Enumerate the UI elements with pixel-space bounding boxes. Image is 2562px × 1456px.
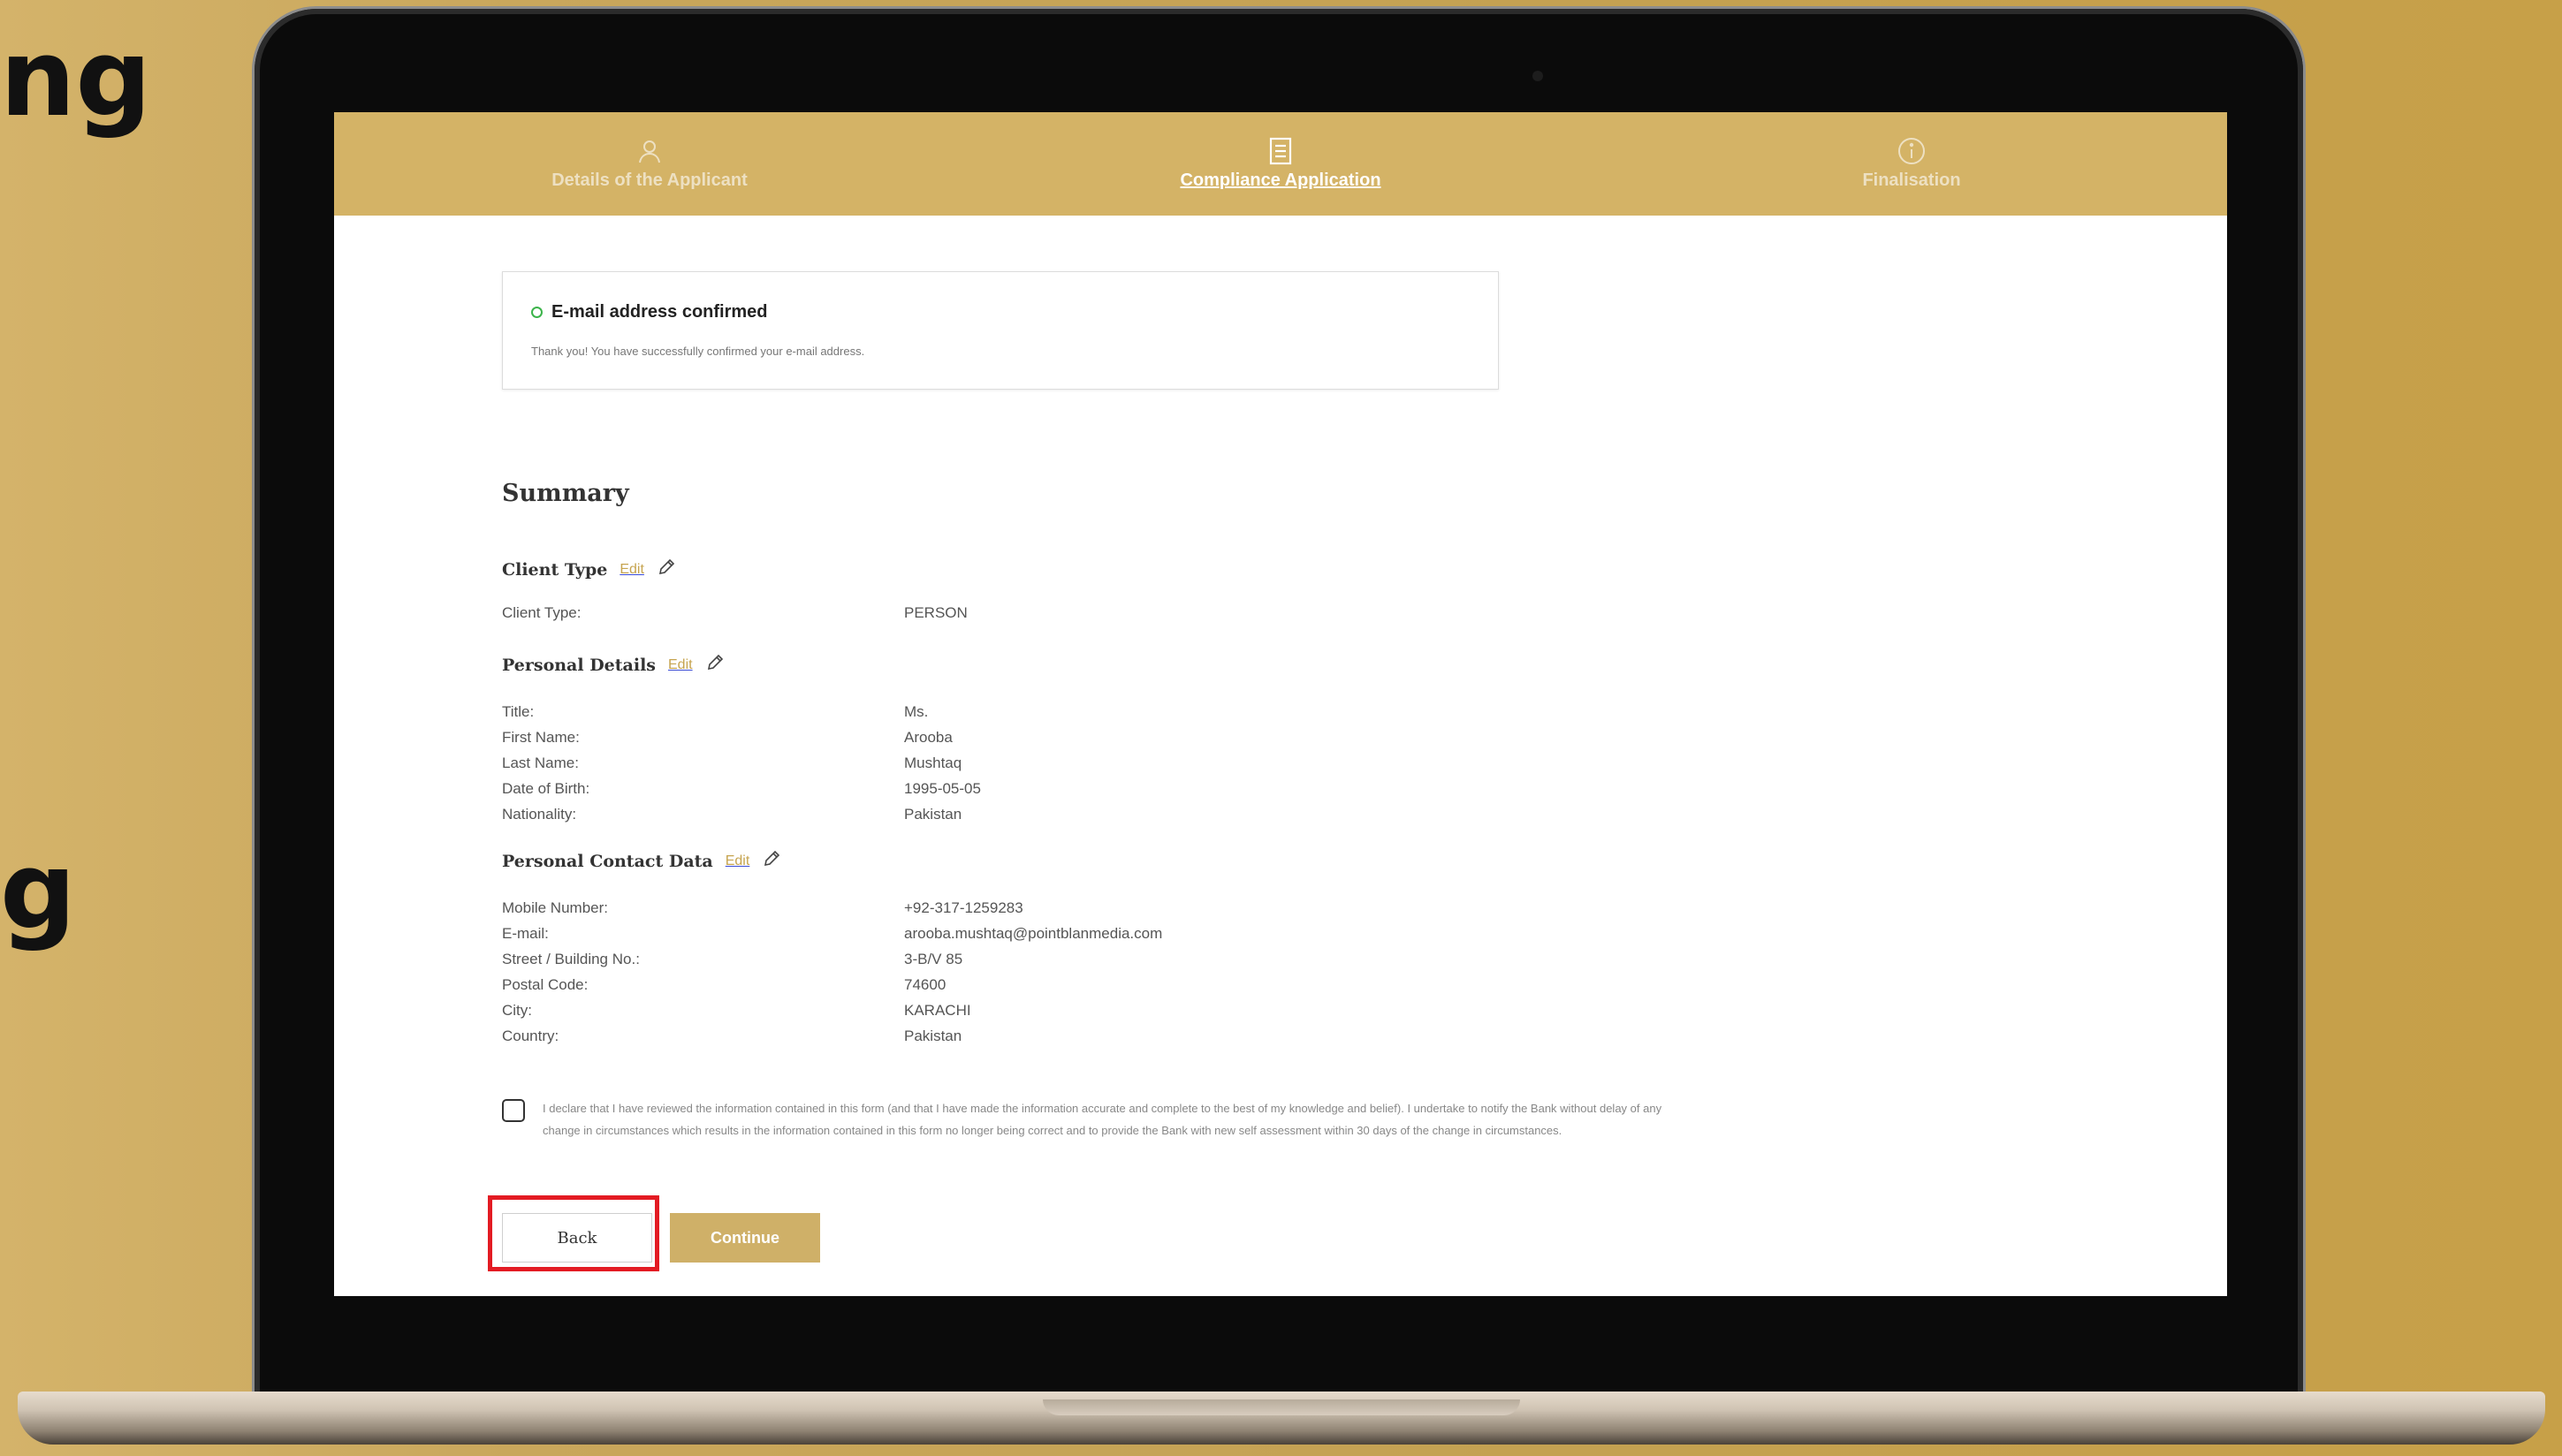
client-type-rows: Client Type: PERSON bbox=[502, 600, 968, 626]
row-value: +92-317-1259283 bbox=[904, 899, 1023, 916]
summary-row: First Name: Arooba bbox=[502, 724, 981, 750]
background-text-top: ng bbox=[0, 18, 152, 140]
row-value: 1995-05-05 bbox=[904, 779, 981, 797]
pencil-icon[interactable] bbox=[762, 849, 781, 873]
section-title: Personal Contact Data bbox=[502, 851, 713, 871]
section-title: Client Type bbox=[502, 559, 608, 580]
row-label: Country: bbox=[502, 1027, 559, 1044]
row-label: Date of Birth: bbox=[502, 779, 590, 797]
edit-personal-details-link[interactable]: Edit bbox=[668, 657, 693, 673]
row-label: First Name: bbox=[502, 728, 580, 746]
row-value: Mushtaq bbox=[904, 754, 962, 771]
section-client-type: Client Type Edit bbox=[502, 557, 676, 581]
confirmation-heading: E-mail address confirmed bbox=[531, 302, 768, 322]
summary-row: Title: Ms. bbox=[502, 699, 981, 724]
continue-button[interactable]: Continue bbox=[670, 1213, 820, 1263]
row-label: Mobile Number: bbox=[502, 899, 608, 916]
summary-row: Last Name: Mushtaq bbox=[502, 750, 981, 776]
summary-row: E-mail: arooba.mushtaq@pointblanmedia.com bbox=[502, 921, 1162, 946]
success-status-icon bbox=[531, 307, 543, 318]
edit-contact-data-link[interactable]: Edit bbox=[726, 853, 750, 869]
summary-row: Country: Pakistan bbox=[502, 1023, 1162, 1049]
confirmation-title: E-mail address confirmed bbox=[551, 302, 768, 322]
section-title: Personal Details bbox=[502, 655, 656, 675]
background-text-bottom: g bbox=[0, 830, 76, 953]
section-personal-details: Personal Details Edit bbox=[502, 653, 725, 677]
declaration: I declare that I have reviewed the infor… bbox=[502, 1097, 1677, 1141]
summary-row: City: KARACHI bbox=[502, 997, 1162, 1023]
confirmation-message: Thank you! You have successfully confirm… bbox=[531, 345, 865, 358]
row-label: Client Type: bbox=[502, 603, 582, 621]
declaration-text: I declare that I have reviewed the infor… bbox=[543, 1102, 1662, 1137]
row-value: 3-B/V 85 bbox=[904, 950, 963, 967]
row-value: 74600 bbox=[904, 975, 946, 993]
row-value: KARACHI bbox=[904, 1001, 971, 1019]
app-screen: Details of the Applicant Compliance Appl… bbox=[334, 112, 2227, 1296]
row-value: Pakistan bbox=[904, 805, 962, 823]
camera-icon bbox=[1532, 71, 1543, 81]
summary-row: Street / Building No.: 3-B/V 85 bbox=[502, 946, 1162, 972]
pencil-icon[interactable] bbox=[705, 653, 725, 677]
row-label: Postal Code: bbox=[502, 975, 589, 993]
row-label: E-mail: bbox=[502, 924, 549, 942]
row-value: Pakistan bbox=[904, 1027, 962, 1044]
summary-row: Client Type: PERSON bbox=[502, 600, 968, 626]
back-button[interactable]: Back bbox=[502, 1213, 652, 1263]
pencil-icon[interactable] bbox=[657, 557, 676, 581]
section-contact-data: Personal Contact Data Edit bbox=[502, 849, 781, 873]
email-confirmation-notice: E-mail address confirmed Thank you! You … bbox=[502, 271, 1499, 390]
laptop-notch bbox=[1043, 1399, 1520, 1415]
row-label: Title: bbox=[502, 702, 535, 720]
row-label: Last Name: bbox=[502, 754, 579, 771]
main-content: E-mail address confirmed Thank you! You … bbox=[502, 112, 2093, 1296]
row-value: arooba.mushtaq@pointblanmedia.com bbox=[904, 924, 1163, 942]
summary-title: Summary bbox=[502, 480, 629, 507]
summary-row: Nationality: Pakistan bbox=[502, 801, 981, 827]
summary-row: Postal Code: 74600 bbox=[502, 972, 1162, 997]
row-value: Arooba bbox=[904, 728, 953, 746]
edit-client-type-link[interactable]: Edit bbox=[620, 562, 644, 578]
row-label: Street / Building No.: bbox=[502, 950, 640, 967]
summary-row: Mobile Number: +92-317-1259283 bbox=[502, 895, 1162, 921]
summary-row: Date of Birth: 1995-05-05 bbox=[502, 776, 981, 801]
row-label: City: bbox=[502, 1001, 532, 1019]
row-value: PERSON bbox=[904, 603, 968, 621]
personal-details-rows: Title: Ms. First Name: Arooba Last Name: Mu… bbox=[502, 699, 981, 827]
contact-data-rows: Mobile Number: +92-317-1259283 E-mail: aro… bbox=[502, 895, 1162, 1049]
row-label: Nationality: bbox=[502, 805, 577, 823]
declaration-checkbox[interactable] bbox=[502, 1099, 525, 1122]
row-value: Ms. bbox=[904, 702, 929, 720]
